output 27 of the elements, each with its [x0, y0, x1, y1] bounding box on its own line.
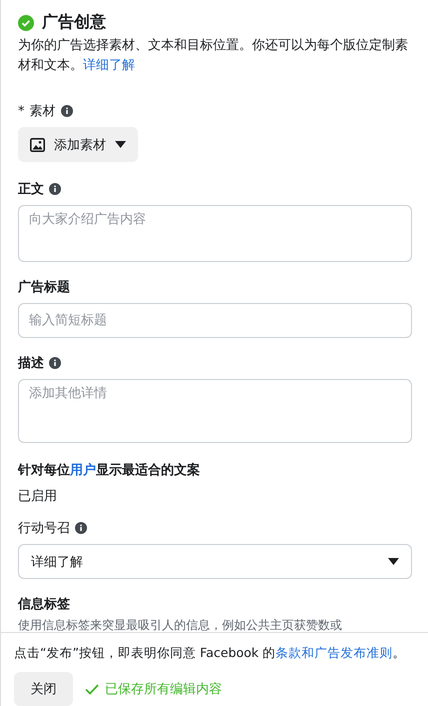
- section-title: 广告创意: [42, 12, 106, 33]
- terms-notice: 点击“发布”按钮，即表明你同意 Facebook 的条款和广告发布准则。: [14, 645, 407, 662]
- field-label: 描述: [18, 355, 44, 372]
- terms-link[interactable]: 条款和广告发布准则: [276, 645, 393, 660]
- info-labels-label: 信息标签: [18, 596, 70, 613]
- text-area[interactable]: 添加其他详情: [18, 379, 412, 443]
- info-icon: [60, 105, 72, 117]
- learn-more-link[interactable]: 详细了解: [83, 58, 135, 73]
- check-icon: [85, 684, 99, 694]
- add-media-button[interactable]: 添加素材: [18, 127, 138, 162]
- close-button[interactable]: 关闭: [14, 672, 73, 706]
- cta-dropdown[interactable]: 详细了解: [18, 544, 412, 579]
- text-area[interactable]: 向大家介绍广告内容: [18, 205, 412, 262]
- info-labels-description: 使用信息标签来突显最吸引人的信息，例如公共主页获赞数或: [18, 617, 343, 632]
- field-label: 正文: [18, 180, 44, 198]
- status-text: 已启用: [18, 488, 58, 505]
- media-label: 素材: [30, 103, 56, 120]
- caret-icon: [115, 141, 126, 148]
- image-icon: [30, 138, 45, 152]
- input-field[interactable]: 输入简短标题: [18, 303, 412, 338]
- section-description: 为你的广告选择素材、文本和目标位置。你还可以为每个版位定制素材和文本。详细了解: [18, 37, 409, 75]
- field-label: 广告标题: [18, 278, 70, 296]
- caret-icon: [388, 558, 399, 565]
- cta-label: 行动号召: [18, 520, 70, 537]
- required-mark: *: [18, 104, 24, 118]
- optimization-label: 针对每位用户显示最适合的文案: [18, 462, 200, 479]
- save-status: 已保存所有编辑内容: [85, 680, 222, 698]
